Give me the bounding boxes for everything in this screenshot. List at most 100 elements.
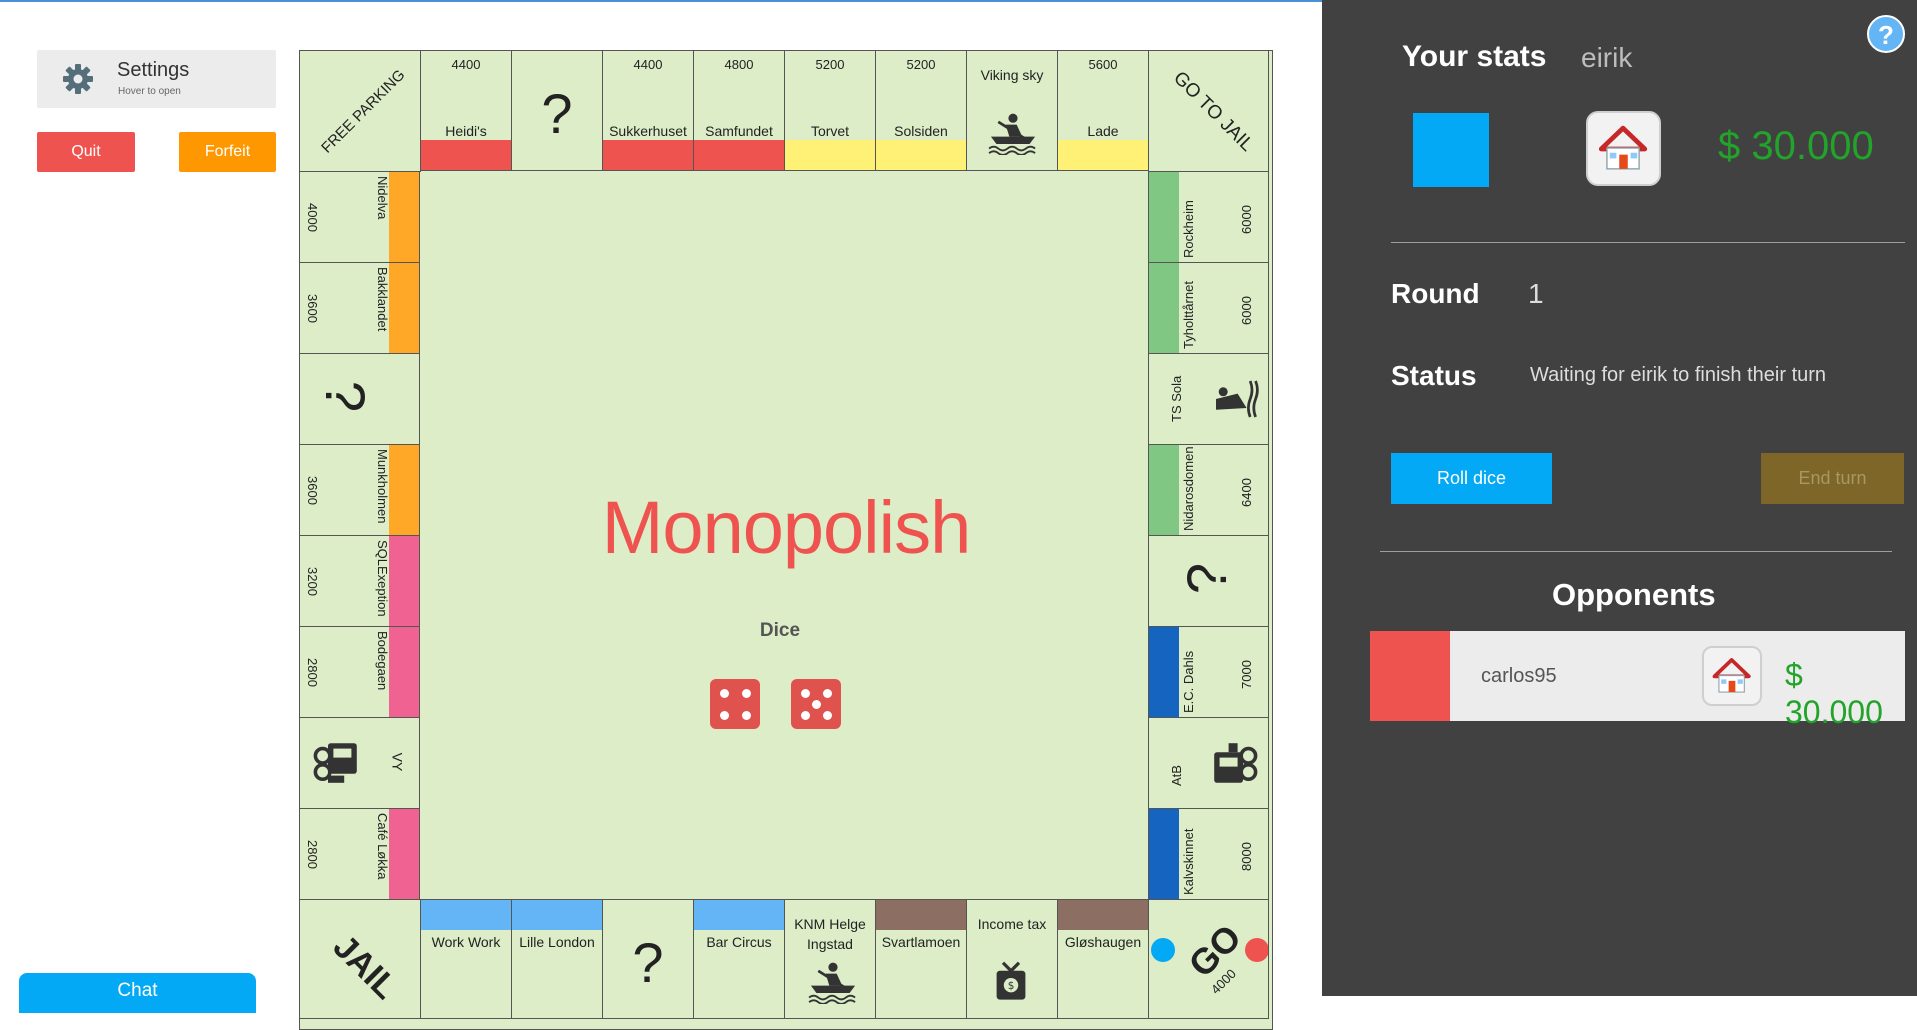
space-name: Bar Circus — [706, 934, 772, 950]
jetski-icon — [1207, 372, 1261, 431]
space-name: Café Løkka — [375, 813, 390, 880]
space-price: 3600 — [304, 476, 320, 505]
board-space-knm-helge-ingstad[interactable]: KNM Helge Ingstad — [784, 899, 876, 1019]
opponent-row: carlos95 $ 30.000 — [1370, 631, 1905, 730]
space-color-bar — [785, 140, 875, 170]
board-space-torvet[interactable]: 5200 Torvet — [784, 50, 876, 171]
opponent-name: carlos95 — [1481, 665, 1557, 687]
board-space-work-work[interactable]: Work Work — [420, 899, 512, 1019]
die-pip — [822, 688, 832, 698]
die-pip — [719, 688, 729, 698]
space-name: Lille London — [519, 934, 595, 950]
board-space-svartlamoen[interactable]: Svartlamoen — [875, 899, 967, 1019]
board-space-e-c-dahls[interactable]: 7000 E.C. Dahls — [1148, 626, 1269, 718]
space-color-bar — [389, 536, 419, 626]
space-price: 4400 — [633, 57, 663, 72]
space-name: Samfundet — [705, 123, 773, 139]
board-space-atb[interactable]: AtB — [1148, 717, 1269, 809]
jail-label: JAIL — [325, 927, 405, 1007]
board-space-munkholmen[interactable]: 3600 Munkholmen — [299, 444, 420, 536]
chat-button[interactable]: Chat — [19, 973, 256, 1013]
gear-icon — [63, 64, 93, 94]
board-title: Monopolish — [601, 486, 971, 569]
space-price: 3600 — [304, 294, 320, 323]
opponent-properties-button[interactable] — [1702, 646, 1762, 706]
die-pip — [741, 710, 751, 720]
board-space-rockheim[interactable]: 6000 Rockheim — [1148, 171, 1269, 263]
player-color-swatch — [1413, 113, 1489, 187]
status-value: Waiting for eirik to finish their turn — [1530, 364, 1827, 386]
board-space-sukkerhuset[interactable]: 4400 Sukkerhuset — [602, 50, 694, 171]
space-name: Nidarosdomen — [1181, 446, 1196, 531]
space-color-bar — [512, 900, 602, 930]
player-token-blue — [1151, 938, 1175, 962]
space-color-bar — [389, 445, 419, 535]
free-parking-label: FREE PARKING — [318, 66, 409, 157]
player-properties-button[interactable] — [1586, 111, 1661, 186]
space-price: 3200 — [304, 567, 320, 596]
die-pip — [811, 699, 821, 709]
board-space-heidi-s[interactable]: 4400 Heidi's — [420, 50, 512, 171]
space-price: 2800 — [304, 658, 320, 687]
player-money: $ 30.000 — [1718, 124, 1874, 168]
board-space-lille-london[interactable]: Lille London — [511, 899, 603, 1019]
free-parking-corner[interactable]: FREE PARKING — [299, 50, 421, 172]
roll-dice-button[interactable]: Roll dice — [1391, 453, 1552, 504]
board-space-bar-circus[interactable]: Bar Circus — [693, 899, 785, 1019]
go-corner[interactable]: GO 4000 — [1148, 899, 1269, 1019]
board-space-samfundet[interactable]: 4800 Samfundet — [693, 50, 785, 171]
board-space-nidarosdomen[interactable]: 6400 Nidarosdomen — [1148, 444, 1269, 536]
jail-corner[interactable]: JAIL — [299, 899, 421, 1019]
board-space-gl-shaugen[interactable]: Gløshaugen — [1057, 899, 1149, 1019]
board-space-nidelva[interactable]: 4000 Nidelva — [299, 171, 420, 263]
help-icon[interactable]: ? — [1867, 15, 1905, 53]
space-color-bar — [1058, 140, 1148, 170]
space-color-bar — [1149, 809, 1179, 899]
question-mark-icon: ? — [1175, 562, 1239, 595]
space-price: 7000 — [1239, 660, 1254, 689]
space-name: Gløshaugen — [1064, 934, 1142, 950]
quit-button[interactable]: Quit — [37, 132, 135, 172]
board-space-chance[interactable]: ? — [299, 353, 420, 445]
board-space-tyholtt-rnet[interactable]: 6000 Tyholttårnet — [1148, 262, 1269, 354]
settings-panel[interactable]: Settings Hover to open — [37, 50, 276, 108]
train-icon — [310, 736, 364, 795]
status-label: Status — [1391, 360, 1477, 391]
board-space-kalvskinnet[interactable]: 8000 Kalvskinnet — [1148, 808, 1269, 900]
space-color-bar — [389, 627, 419, 717]
die-pip — [741, 688, 751, 698]
board-space-bakklandet[interactable]: 3600 Bakklandet — [299, 262, 420, 354]
board-space-vy[interactable]: VY — [299, 717, 420, 809]
board-space-sqlexeption[interactable]: 3200 SQLExeption — [299, 535, 420, 627]
end-turn-button[interactable]: End turn — [1761, 453, 1904, 504]
board-space-income-tax[interactable]: Income tax $ — [966, 899, 1058, 1019]
board-space-ts-sola[interactable]: TS Sola — [1148, 353, 1269, 445]
house-icon — [1712, 658, 1751, 693]
board-space-lade[interactable]: 5600 Lade — [1057, 50, 1149, 171]
space-price: 4000 — [304, 203, 320, 232]
board-space-chance[interactable]: ? — [1148, 535, 1269, 627]
space-price: 6000 — [1239, 296, 1254, 325]
question-mark-icon: ? — [541, 82, 573, 145]
space-price: 6400 — [1239, 478, 1254, 507]
round-value: 1 — [1528, 278, 1544, 309]
space-price: 5200 — [815, 57, 845, 72]
board-space-caf-l-kka[interactable]: 2800 Café Løkka — [299, 808, 420, 900]
go-to-jail-corner[interactable]: GO TO JAIL — [1148, 50, 1269, 172]
go-to-jail-label: GO TO JAIL — [1169, 67, 1258, 156]
question-mark-icon: ? — [632, 931, 664, 994]
space-price: 4400 — [451, 57, 481, 72]
space-price: 2800 — [304, 840, 320, 869]
board-space-solsiden[interactable]: 5200 Solsiden — [875, 50, 967, 171]
forfeit-button[interactable]: Forfeit — [179, 132, 276, 172]
board-space-bodegaen[interactable]: 2800 Bodegaen — [299, 626, 420, 718]
die-2[interactable] — [791, 679, 841, 729]
die-pip — [822, 710, 832, 720]
rowboat-icon — [985, 109, 1041, 160]
die-1[interactable] — [710, 679, 760, 729]
board-space-chance[interactable]: ? — [511, 50, 603, 171]
board-space-chance[interactable]: ? — [602, 899, 694, 1019]
space-price: 8000 — [1239, 842, 1254, 871]
opponent-color-swatch — [1370, 631, 1450, 721]
board-space-viking-sky[interactable]: Viking sky — [966, 50, 1058, 171]
